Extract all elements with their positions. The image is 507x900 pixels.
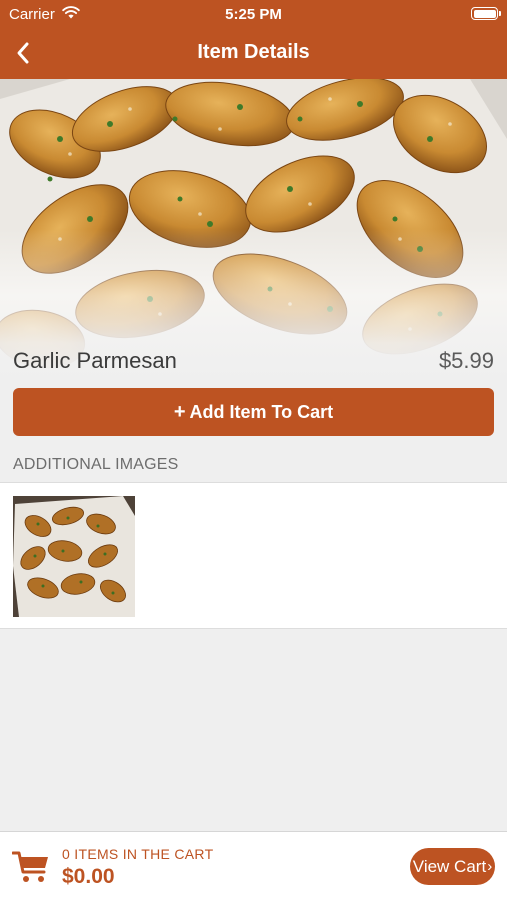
cart-item-count: 0 ITEMS IN THE CART [62, 846, 214, 862]
cart-total: $0.00 [62, 865, 115, 888]
back-button[interactable] [8, 38, 38, 68]
additional-images-panel [0, 482, 507, 629]
add-to-cart-button[interactable]: + Add Item To Cart [13, 388, 494, 436]
hero-fade-overlay [0, 79, 507, 379]
plus-icon: + [173, 400, 186, 423]
top-bar: Carrier 5:25 PM Item Details [0, 0, 507, 79]
cart-bar: 0 ITEMS IN THE CART $0.00 View Cart › [0, 831, 507, 900]
item-price: $5.99 [438, 348, 494, 373]
view-cart-label: View Cart [412, 856, 487, 876]
item-hero-image [0, 79, 507, 379]
status-bar: Carrier 5:25 PM [0, 0, 507, 28]
page-title: Item Details [197, 41, 310, 63]
nav-bar: Item Details [0, 28, 507, 79]
clock: 5:25 PM [225, 6, 282, 23]
add-to-cart-label: Add Item To Cart [189, 401, 334, 422]
chevron-left-icon [17, 42, 29, 64]
item-name: Garlic Parmesan [13, 348, 177, 373]
chevron-right-icon: › [487, 858, 493, 875]
cart-icon [12, 851, 48, 882]
additional-images-header: ADDITIONAL IMAGES [13, 456, 179, 473]
additional-image-thumbnail[interactable] [13, 496, 135, 617]
battery-icon [471, 7, 501, 20]
view-cart-button[interactable]: View Cart › [410, 848, 495, 885]
